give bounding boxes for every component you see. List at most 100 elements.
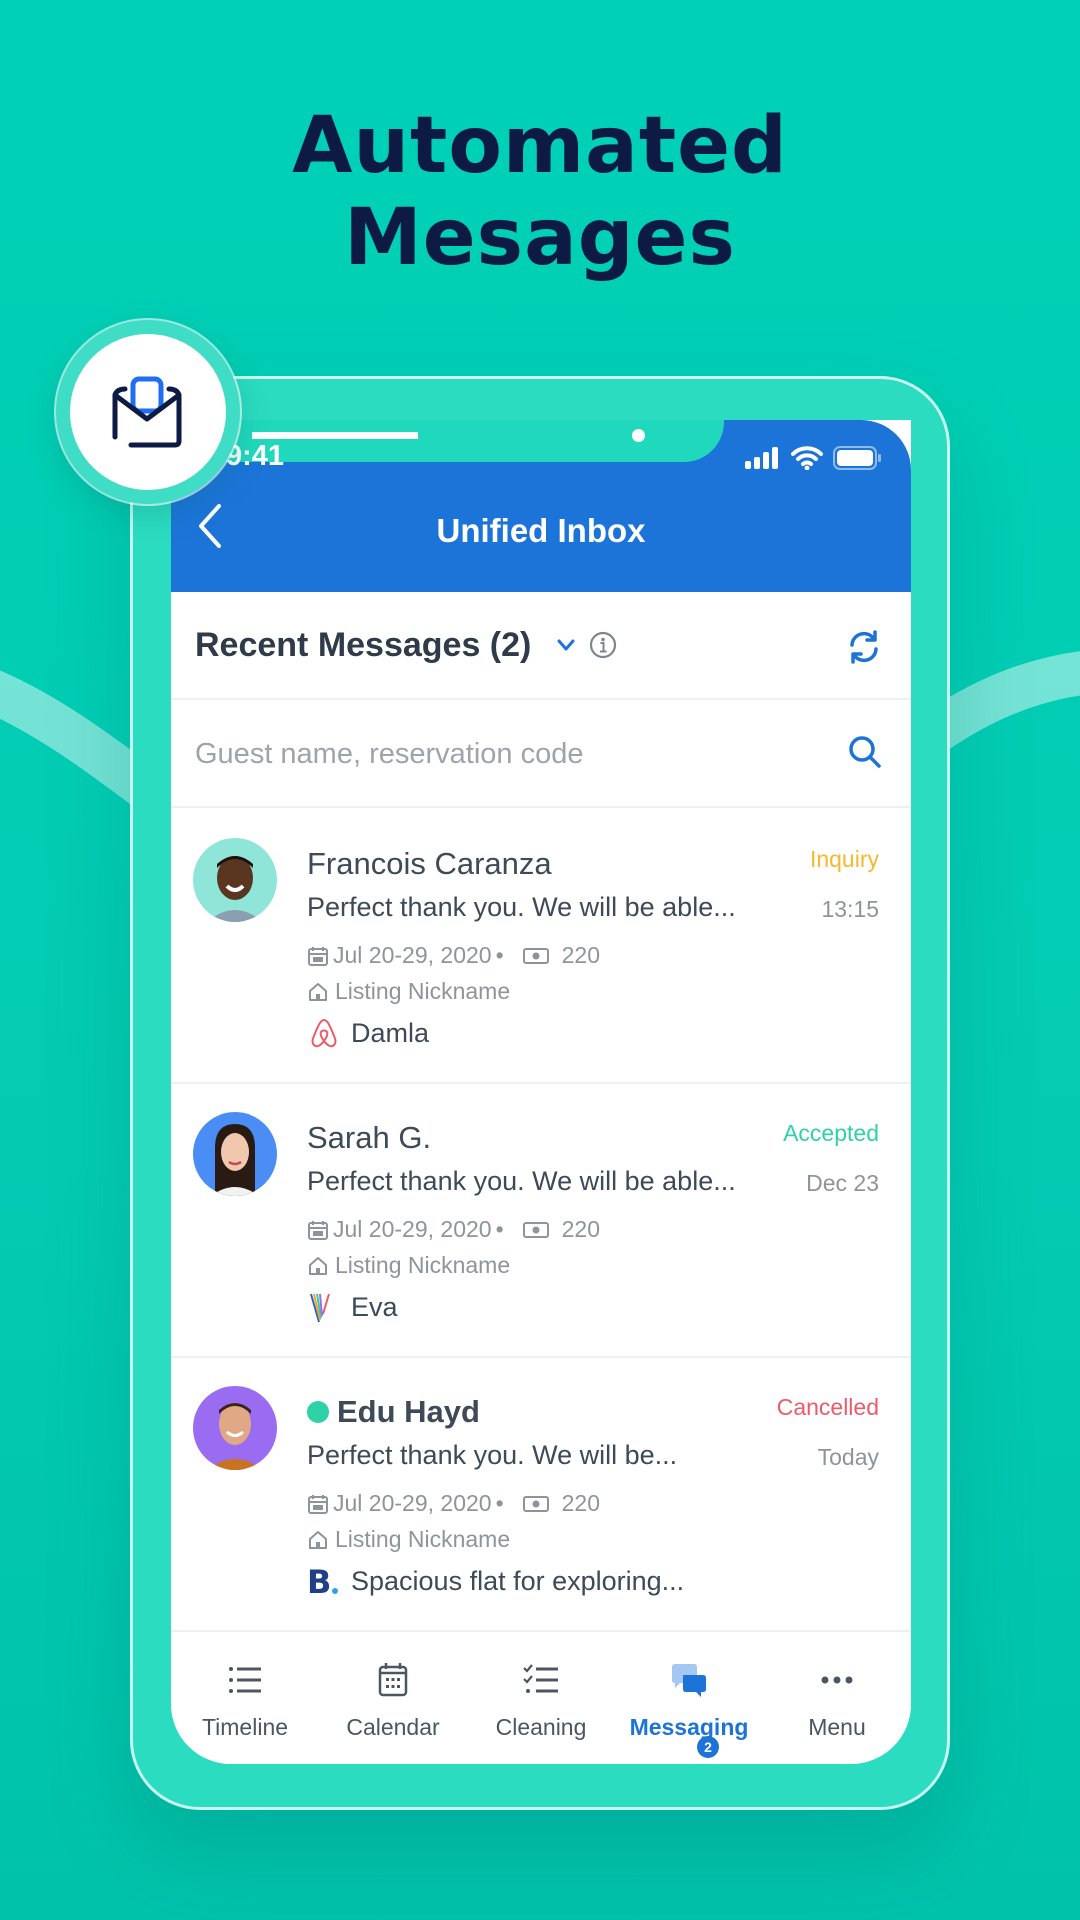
listing-row: Listing Nickname xyxy=(307,978,510,1005)
message-time: Today xyxy=(817,1444,879,1470)
reservation-dates: Jul 20-29, 2020 xyxy=(333,942,492,968)
message-preview: Perfect thank you. We will be... xyxy=(307,1440,678,1470)
phone-screen: 9:41 Unified Inbox Recent Messages (2) G… xyxy=(171,420,911,1764)
tab-label: Cleaning xyxy=(495,1714,587,1740)
cash-icon xyxy=(522,1221,549,1238)
tab-label: Timeline xyxy=(201,1714,289,1740)
avatar xyxy=(193,1112,277,1196)
separator-dot: • xyxy=(495,942,504,968)
home-icon xyxy=(309,982,327,1001)
tab-timeline[interactable]: Timeline xyxy=(171,1646,319,1764)
source-label: Damla xyxy=(351,1017,430,1048)
calendar-icon xyxy=(308,946,328,966)
reservation-meta: Jul 20-29, 2020 • 220 xyxy=(307,1216,600,1243)
listing-name: Listing Nickname xyxy=(335,1252,511,1278)
home-icon xyxy=(309,1530,327,1549)
svg-text:B: B xyxy=(307,1564,331,1598)
cash-icon xyxy=(522,947,549,964)
guest-name: Francois Caranza xyxy=(307,846,552,881)
airbnb-icon xyxy=(311,1018,337,1048)
tab-cleaning[interactable]: Cleaning xyxy=(467,1646,615,1764)
chat-bubbles-icon xyxy=(672,1664,706,1697)
guest-name: Edu Hayd xyxy=(337,1394,480,1429)
avatar xyxy=(193,838,277,922)
listing-name: Listing Nickname xyxy=(335,1526,511,1552)
section-title: Recent Messages (2) xyxy=(195,625,532,664)
message-item[interactable]: Francois Caranza Perfect thank you. We w… xyxy=(171,810,911,1084)
app-header: Unified Inbox xyxy=(171,470,911,592)
status-icons xyxy=(745,446,881,470)
reservation-dates: Jul 20-29, 2020 xyxy=(333,1216,492,1242)
tab-label: Messaging xyxy=(629,1714,749,1740)
guest-name-row: Edu Hayd xyxy=(307,1394,480,1430)
message-preview: Perfect thank you. We will be able... xyxy=(307,892,736,922)
headline-line-1: Automated xyxy=(292,101,788,191)
reservation-amount: 220 xyxy=(561,1490,601,1516)
calendar-icon xyxy=(378,1663,408,1697)
cash-icon xyxy=(522,1495,549,1512)
signal-icon xyxy=(745,447,778,469)
wifi-icon xyxy=(791,446,823,470)
header-title: Unified Inbox xyxy=(436,512,646,549)
search-input[interactable] xyxy=(195,728,815,780)
checklist-icon xyxy=(523,1664,558,1693)
message-item[interactable]: Edu Hayd Perfect thank you. We will be..… xyxy=(171,1358,911,1632)
vrbo-icon xyxy=(310,1293,330,1323)
listing-row: Listing Nickname xyxy=(307,1252,510,1279)
tab-messaging[interactable]: Messaging 2 xyxy=(615,1646,763,1764)
booking-com-icon: B xyxy=(307,1564,338,1598)
chevron-down-icon[interactable] xyxy=(555,634,577,656)
booking-source: Eva xyxy=(307,1290,398,1324)
guest-photo xyxy=(207,1403,263,1470)
search-icon[interactable] xyxy=(847,734,883,770)
unread-badge: 2 xyxy=(697,1736,719,1758)
back-button[interactable] xyxy=(191,496,231,556)
tab-label: Menu xyxy=(808,1714,866,1740)
info-icon[interactable] xyxy=(589,631,617,659)
message-list: Francois Caranza Perfect thank you. We w… xyxy=(171,810,911,1632)
message-item[interactable]: Sarah G. Perfect thank you. We will be a… xyxy=(171,1084,911,1358)
list-icon xyxy=(229,1667,261,1693)
bottom-tab-bar: Timeline Calendar Cleaning Messaging 2 M… xyxy=(171,1646,911,1764)
reservation-amount: 220 xyxy=(561,942,601,968)
guest-name: Sarah G. xyxy=(307,1120,432,1155)
tab-calendar[interactable]: Calendar xyxy=(319,1646,467,1764)
notch-camera xyxy=(632,429,645,442)
reservation-amount: 220 xyxy=(561,1216,601,1242)
guest-photo xyxy=(211,1124,259,1196)
listing-name: Listing Nickname xyxy=(335,978,511,1004)
calendar-icon xyxy=(308,1220,328,1240)
reservation-meta: Jul 20-29, 2020 • 220 xyxy=(307,942,600,969)
listing-row: Listing Nickname xyxy=(307,1526,510,1553)
envelope-open-icon xyxy=(112,376,182,448)
source-label: Eva xyxy=(351,1291,398,1322)
booking-source: Damla xyxy=(307,1016,429,1050)
message-time: Dec 23 xyxy=(806,1170,879,1196)
separator-dot: • xyxy=(495,1216,504,1242)
calendar-icon xyxy=(308,1494,328,1514)
booking-source: B Spacious flat for exploring... xyxy=(307,1564,684,1598)
online-indicator xyxy=(307,1401,329,1423)
tab-label: Calendar xyxy=(346,1714,440,1740)
notch-speaker xyxy=(252,432,418,439)
more-dots-icon xyxy=(821,1676,853,1684)
headline: Automated Mesages xyxy=(0,100,1080,284)
tab-menu[interactable]: Menu xyxy=(763,1646,911,1764)
reservation-meta: Jul 20-29, 2020 • 220 xyxy=(307,1490,600,1517)
home-icon xyxy=(309,1256,327,1275)
message-time: 13:15 xyxy=(821,896,879,922)
status-time: 9:41 xyxy=(226,440,285,472)
source-label: Spacious flat for exploring... xyxy=(351,1565,685,1596)
headline-line-2: Mesages xyxy=(344,193,736,283)
separator-dot: • xyxy=(495,1490,504,1516)
battery-icon xyxy=(833,446,881,470)
guest-photo xyxy=(207,856,263,922)
reservation-status: Accepted xyxy=(783,1120,879,1146)
refresh-button[interactable] xyxy=(845,628,883,666)
reservation-status: Inquiry xyxy=(809,846,879,872)
search-bar xyxy=(171,700,911,808)
reservation-dates: Jul 20-29, 2020 xyxy=(333,1490,492,1516)
reservation-status: Cancelled xyxy=(776,1394,879,1420)
feature-badge xyxy=(56,320,240,504)
message-preview: Perfect thank you. We will be able... xyxy=(307,1166,736,1196)
